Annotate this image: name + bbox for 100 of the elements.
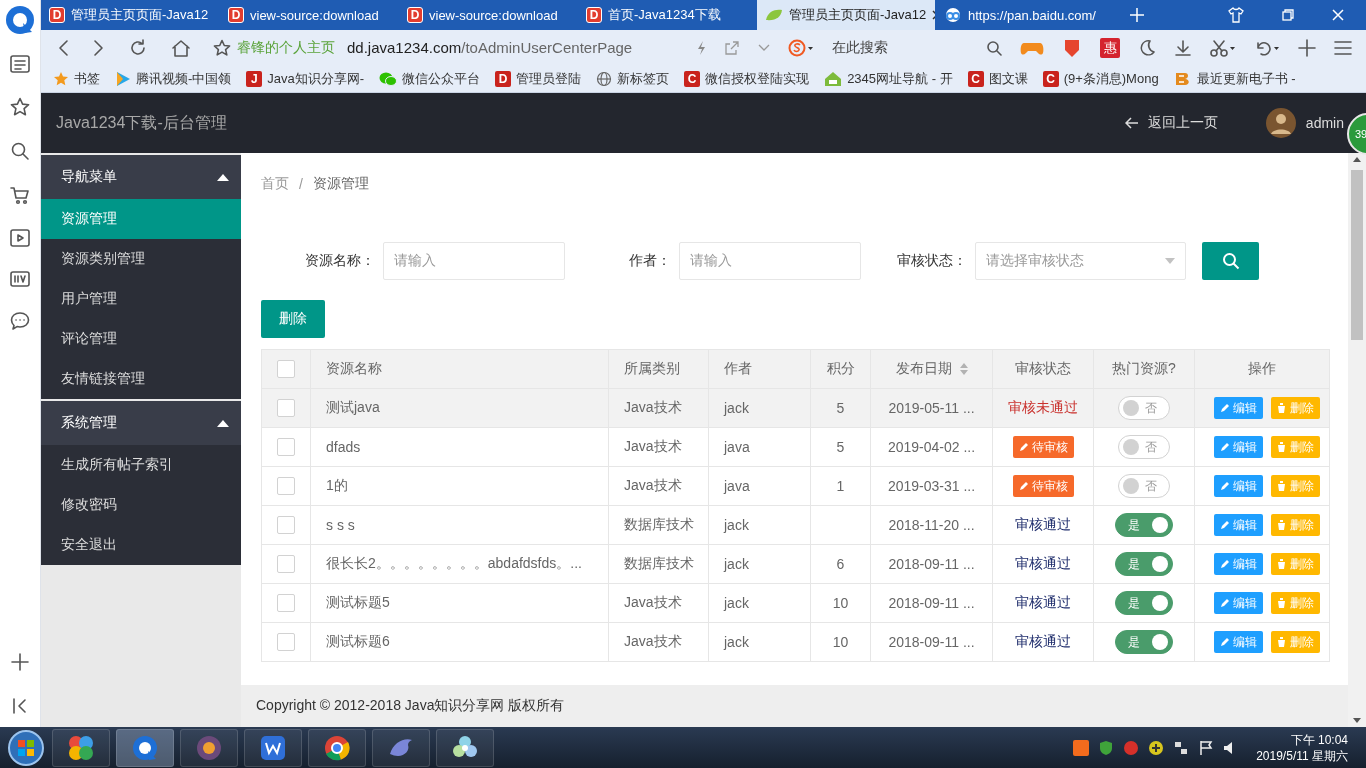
checkbox[interactable] (277, 633, 295, 651)
menu-group[interactable]: 系统管理 (41, 401, 241, 445)
input-field[interactable]: 请输入 (383, 242, 565, 280)
search-icon[interactable] (10, 141, 30, 161)
taskbar-app[interactable] (116, 728, 174, 767)
bookmark-link[interactable]: 管理员登陆 (516, 69, 582, 88)
list-icon[interactable] (10, 55, 30, 73)
browser-tab[interactable]: 管理员主页页面-Java12 (757, 0, 935, 30)
edit-button[interactable]: 编辑 (1214, 475, 1263, 497)
toggle-switch[interactable]: 是 (1115, 552, 1173, 576)
site-label[interactable]: 睿锋的个人主页 (237, 38, 335, 57)
edit-button[interactable]: 编辑 (1214, 397, 1263, 419)
search-button[interactable] (1202, 242, 1259, 280)
bookmark-link[interactable]: (9+条消息)Mong (1063, 69, 1159, 88)
coupon-icon[interactable]: 惠 (1100, 37, 1120, 58)
start-button[interactable] (6, 727, 46, 768)
avatar[interactable] (1265, 108, 1296, 138)
scroll-thumb[interactable] (1351, 170, 1363, 340)
moon-icon[interactable] (1138, 38, 1156, 57)
scissors-icon[interactable] (1210, 38, 1236, 57)
network-icon[interactable] (1173, 739, 1190, 756)
bookmark-link[interactable]: 新标签页 (617, 69, 670, 88)
toggle-switch[interactable]: 否 (1118, 474, 1170, 498)
bookmark-link[interactable]: Java知识分享网- (267, 69, 365, 88)
clock-time[interactable]: 下午 10:04 (1290, 731, 1348, 748)
menu-icon[interactable] (1334, 39, 1352, 56)
plus-icon[interactable] (1298, 38, 1316, 57)
browser-tab[interactable]: D view-source:download (399, 0, 577, 30)
select-field[interactable]: 请选择审核状态 (975, 242, 1186, 280)
bookmark-link[interactable]: 微信授权登陆实现 (705, 69, 810, 88)
browser-tab[interactable]: D 管理员主页页面-Java12 (41, 0, 219, 30)
reload-icon[interactable] (129, 38, 147, 57)
user-name[interactable]: admin (1305, 115, 1344, 131)
live-icon[interactable] (10, 271, 30, 287)
flag-icon[interactable] (1198, 739, 1215, 756)
video-icon[interactable] (10, 229, 30, 247)
home-icon[interactable] (171, 38, 191, 57)
back-icon[interactable] (57, 38, 69, 57)
search-engine-icon[interactable] (788, 38, 814, 57)
taskbar-app[interactable] (244, 728, 302, 767)
taskbar-app[interactable] (180, 728, 238, 767)
browser-tab[interactable]: https://pan.baidu.com/ (936, 0, 1114, 30)
forward-icon[interactable] (93, 38, 105, 57)
restore-icon[interactable] (1282, 9, 1294, 21)
add-icon[interactable] (1148, 739, 1165, 756)
edit-button[interactable]: 编辑 (1214, 592, 1263, 614)
menu-item[interactable]: 修改密码 (41, 485, 241, 525)
browser-logo[interactable] (5, 5, 35, 35)
checkbox[interactable] (277, 477, 295, 495)
cart-icon[interactable] (10, 185, 30, 205)
review-button[interactable]: 待审核 (1012, 475, 1074, 497)
app-icon[interactable] (1062, 37, 1082, 58)
scroll-down-icon[interactable] (1353, 718, 1361, 723)
checkbox[interactable] (277, 594, 295, 612)
shield-icon[interactable] (1098, 739, 1115, 756)
checkbox[interactable] (277, 555, 295, 573)
star-icon[interactable] (213, 38, 231, 57)
round-app-icon[interactable] (1123, 739, 1140, 756)
toggle-switch[interactable]: 否 (1118, 396, 1170, 420)
menu-item[interactable]: 用户管理 (41, 279, 241, 319)
menu-item[interactable]: 资源管理 (41, 199, 241, 239)
star-icon[interactable] (10, 97, 30, 117)
menu-item[interactable]: 安全退出 (41, 525, 241, 565)
back-link[interactable]: 返回上一页 (1124, 114, 1218, 132)
menu-item[interactable]: 资源类别管理 (41, 239, 241, 279)
plus-icon[interactable] (11, 653, 29, 671)
url-field[interactable]: dd.java1234.com/toAdminUserCenterPage (347, 39, 633, 56)
clock-date[interactable]: 2019/5/11 星期六 (1256, 747, 1348, 764)
menu-item[interactable]: 生成所有帖子索引 (41, 445, 241, 485)
shirt-icon[interactable] (1228, 7, 1244, 23)
taskbar-app[interactable] (308, 728, 366, 767)
review-button[interactable]: 待审核 (1012, 436, 1074, 458)
menu-item[interactable]: 评论管理 (41, 319, 241, 359)
search-field[interactable]: 在此搜索 (832, 38, 888, 57)
search-icon[interactable] (986, 39, 1002, 56)
input-field[interactable]: 请输入 (679, 242, 861, 280)
delete-button[interactable]: 删除 (261, 300, 325, 338)
input-method-icon[interactable] (1073, 739, 1090, 756)
scrollbar[interactable] (1348, 153, 1366, 727)
menu-group[interactable]: 导航菜单 (41, 155, 241, 199)
bookmark-link[interactable]: 微信公众平台 (402, 69, 481, 88)
checkbox[interactable] (277, 399, 295, 417)
taskbar-app[interactable] (436, 728, 494, 767)
collapse-icon[interactable] (11, 697, 29, 715)
breadcrumb-link[interactable]: 首页 (261, 175, 289, 193)
checkbox[interactable] (277, 438, 295, 456)
bookmark-link[interactable]: 2345网址导航 - 开 (847, 69, 953, 88)
toggle-switch[interactable]: 否 (1118, 435, 1170, 459)
taskbar-app[interactable] (52, 728, 110, 767)
bookmark-link[interactable]: 书签 (74, 69, 100, 88)
browser-tab[interactable]: D view-source:download (220, 0, 398, 30)
download-icon[interactable] (1174, 38, 1192, 57)
edit-button[interactable]: 编辑 (1214, 631, 1263, 653)
checkbox[interactable] (277, 360, 295, 378)
toggle-switch[interactable]: 是 (1115, 630, 1173, 654)
bookmark-link[interactable]: 最近更新电子书 - (1196, 69, 1296, 88)
bookmark-link[interactable]: 腾讯视频-中国领 (136, 69, 232, 88)
checkbox[interactable] (277, 516, 295, 534)
browser-tab[interactable]: D 首页-Java1234下载 (578, 0, 756, 30)
toggle-switch[interactable]: 是 (1115, 591, 1173, 615)
